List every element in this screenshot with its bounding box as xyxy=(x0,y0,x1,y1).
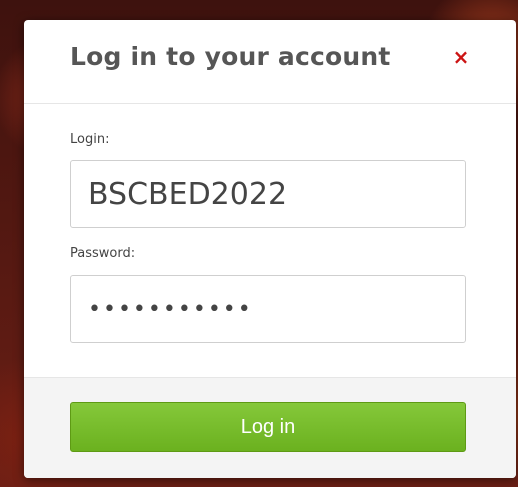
login-label: Login: xyxy=(70,132,110,147)
login-field[interactable] xyxy=(70,160,466,228)
password-field[interactable] xyxy=(70,275,466,343)
password-label: Password: xyxy=(70,246,136,261)
login-dialog: Log in to your account × Login: Password… xyxy=(24,20,516,478)
close-icon[interactable]: × xyxy=(450,45,472,69)
dialog-body: Login: Password: xyxy=(24,104,516,378)
login-button[interactable]: Log in xyxy=(70,402,466,452)
dialog-header: Log in to your account × xyxy=(24,20,516,104)
dialog-title: Log in to your account xyxy=(70,42,391,71)
dialog-footer: Log in xyxy=(24,377,516,478)
